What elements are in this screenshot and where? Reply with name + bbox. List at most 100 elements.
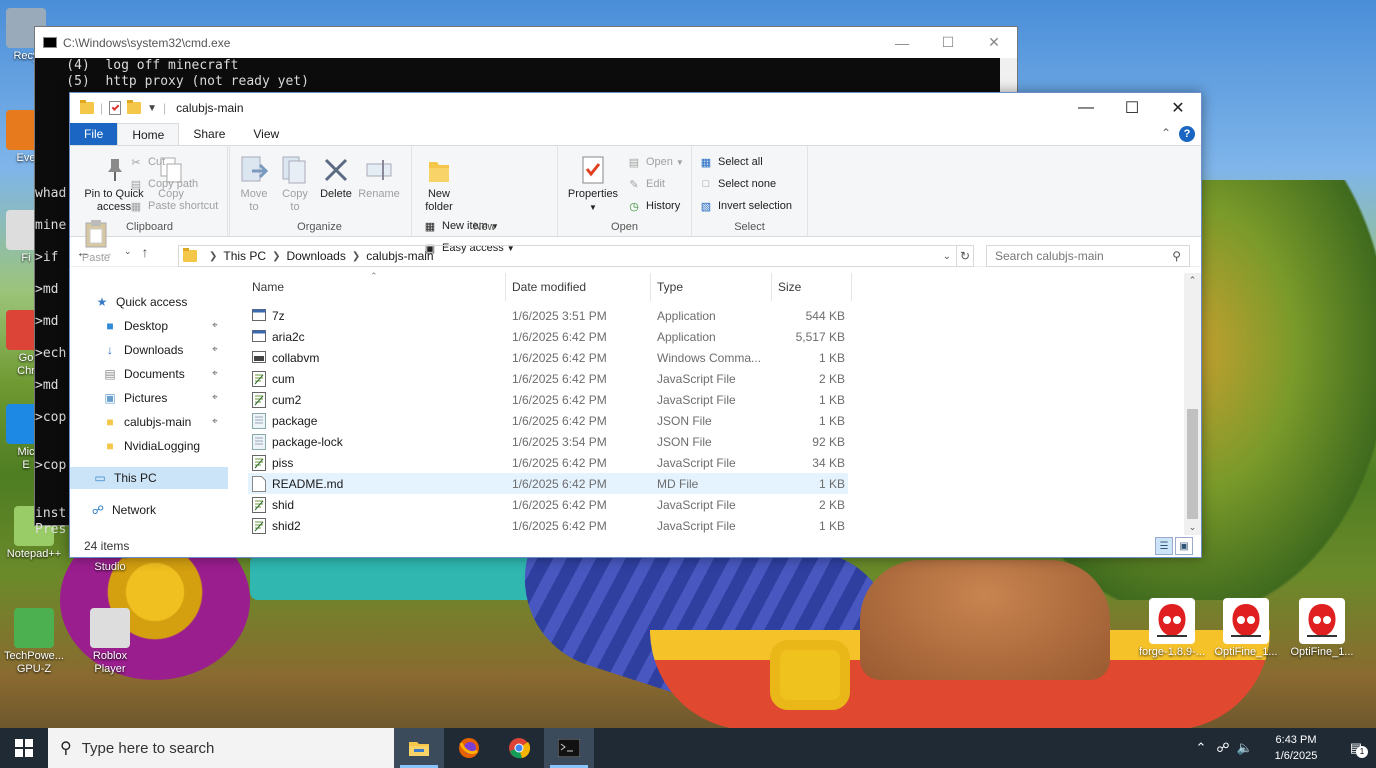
file-row[interactable]: package-lock 1/6/2025 3:54 PM JSON File 92 … (248, 431, 848, 452)
up-arrow-icon[interactable]: ↑ (142, 244, 149, 260)
cmd-title: C:\Windows\system32\cmd.exe (63, 35, 231, 50)
show-hidden-icons-chevron-icon[interactable]: ⌃ (1190, 740, 1212, 756)
file-name: aria2c (252, 329, 305, 345)
cmd-titlebar[interactable]: C:\Windows\system32\cmd.exe (35, 27, 1017, 58)
breadcrumb-calubjs-main[interactable]: calubjs-main (366, 249, 433, 263)
nav-item-downloads[interactable]: ↓ Downloads (102, 339, 183, 361)
explorer-window[interactable]: | ▼ | calubjs-main — ☐ ✕ File Home Share… (69, 92, 1202, 558)
chevron-right-icon[interactable]: ❯ (272, 251, 280, 262)
scroll-up-icon[interactable]: ⌃ (1184, 275, 1201, 286)
file-row[interactable]: shid2 1/6/2025 6:42 PM JavaScript File 1 KB (248, 515, 848, 536)
nav-item-nvidialogging[interactable]: ■ NvidiaLogging (102, 435, 200, 457)
cmd-fragment: >cop (35, 410, 67, 425)
column-header-size[interactable]: Size (774, 273, 852, 301)
desktop-icon[interactable]: OptiFine_1... (1284, 598, 1360, 659)
taskbar-search[interactable]: ⚲ Type here to search (48, 728, 394, 768)
minimize-button[interactable]: — (1063, 93, 1109, 123)
file-row[interactable]: cum2 1/6/2025 6:42 PM JavaScript File 1 KB (248, 389, 848, 410)
help-icon[interactable]: ? (1179, 126, 1195, 142)
scrollbar-thumb[interactable] (1187, 409, 1198, 519)
new-folder-button[interactable]: New folder (418, 150, 460, 214)
file-row[interactable]: 7z 1/6/2025 3:51 PM Application 544 KB (248, 305, 848, 326)
cmd-maximize-button[interactable]: ☐ (925, 27, 971, 58)
explorer-titlebar[interactable]: | ▼ | calubjs-main — ☐ ✕ (70, 93, 1201, 123)
tab-view[interactable]: View (239, 123, 293, 145)
file-row[interactable]: cum 1/6/2025 6:42 PM JavaScript File 2 KB (248, 368, 848, 389)
file-row[interactable]: piss 1/6/2025 6:42 PM JavaScript File 34 KB (248, 452, 848, 473)
cmd-taskbar-button[interactable] (544, 728, 594, 768)
chevron-up-icon[interactable]: ⌃ (1161, 126, 1171, 140)
open-button[interactable]: ▤ Open ▼ (626, 151, 684, 173)
paste-shortcut-button[interactable]: ▦ Paste shortcut (128, 195, 219, 217)
start-button[interactable] (0, 728, 48, 768)
properties-button[interactable]: Properties ▼ (564, 150, 622, 214)
desktop-icon[interactable]: TechPowe... GPU-Z (0, 608, 72, 676)
column-header-type[interactable]: Type (653, 273, 772, 301)
file-row[interactable]: aria2c 1/6/2025 6:42 PM Application 5,517 K… (248, 326, 848, 347)
tab-home[interactable]: Home (117, 123, 180, 145)
file-row[interactable]: package 1/6/2025 6:42 PM JSON File 1 KB (248, 410, 848, 431)
close-button[interactable]: ✕ (1155, 93, 1201, 123)
nav-item-desktop[interactable]: ■ Desktop (102, 315, 168, 337)
file-type: JavaScript File (657, 392, 736, 407)
invert-selection-button[interactable]: ▧ Invert selection (698, 195, 792, 217)
search-box[interactable]: Search calubjs-main ⚲ (986, 245, 1190, 267)
new-folder-quick-icon[interactable] (127, 100, 142, 114)
firefox-taskbar-button[interactable] (444, 728, 494, 768)
tab-share[interactable]: Share (179, 123, 239, 145)
history-button[interactable]: ◷ History (626, 195, 684, 217)
copy-path-button[interactable]: ▤ Copy path (128, 173, 218, 195)
breadcrumb-this-pc[interactable]: This PC (223, 249, 266, 263)
edit-button[interactable]: ✎ Edit (626, 173, 684, 195)
maximize-button[interactable]: ☐ (1109, 93, 1155, 123)
scroll-down-icon[interactable]: ⌄ (1184, 522, 1201, 533)
cut-button[interactable]: ✂ Cut (128, 151, 218, 173)
recent-locations-chevron-icon[interactable]: ⌄ (124, 246, 132, 257)
nav-item-quick-access[interactable]: ★ Quick access (94, 291, 188, 313)
breadcrumb-downloads[interactable]: Downloads (286, 249, 345, 263)
nav-item-network[interactable]: ☍ Network (90, 499, 156, 521)
address-dropdown-icon[interactable]: ⌄ (943, 251, 951, 262)
cmd-close-button[interactable]: ✕ (971, 27, 1017, 58)
file-row[interactable]: shid 1/6/2025 6:42 PM JavaScript File 2 KB (248, 494, 848, 515)
refresh-icon[interactable]: ↻ (956, 245, 974, 267)
nav-item-documents[interactable]: ▤ Documents (102, 363, 184, 385)
nav-item-calubjs-main[interactable]: ■ calubjs-main (102, 411, 191, 433)
file-row[interactable]: collabvm 1/6/2025 6:42 PM Windows Comma...… (248, 347, 848, 368)
folder-icon: ■ (106, 439, 114, 453)
vertical-scrollbar[interactable]: ⌃ ⌄ (1184, 273, 1201, 535)
quick-access-toolbar-dropdown[interactable]: ▼ (147, 103, 157, 114)
cmd-minimize-button[interactable]: — (879, 27, 925, 58)
volume-muted-icon[interactable]: 🔈 (1234, 740, 1256, 756)
copy-to-button[interactable]: Copy to (274, 150, 316, 214)
nav-item-pictures[interactable]: ▣ Pictures (102, 387, 167, 409)
column-header-date[interactable]: Date modified (508, 273, 651, 301)
desktop-icon[interactable]: OptiFine_1... (1208, 598, 1284, 659)
details-view-icon[interactable]: ☰ (1155, 537, 1173, 555)
download-icon: ↓ (107, 343, 113, 357)
file-type: JavaScript File (657, 497, 736, 512)
move-to-button[interactable]: Move to (234, 150, 274, 214)
search-icon: ⚲ (1172, 249, 1181, 263)
desktop-icon[interactable]: forge-1.8.9-... (1134, 598, 1210, 659)
file-explorer-taskbar-button[interactable] (394, 728, 444, 768)
chevron-right-icon[interactable]: ❯ (352, 251, 360, 262)
rename-button[interactable]: Rename (356, 150, 402, 201)
address-bar[interactable]: ❯ This PC ❯ Downloads ❯ calubjs-main ⌄ (178, 245, 974, 267)
properties-quick-icon[interactable] (109, 101, 122, 115)
delete-button[interactable]: Delete (316, 150, 356, 201)
column-header-name[interactable]: Name ⌃ (248, 271, 506, 301)
nav-item-this-pc[interactable]: ▭ This PC (70, 467, 228, 489)
chrome-taskbar-button[interactable] (494, 728, 544, 768)
desktop-icon[interactable]: Roblox Player (72, 608, 148, 676)
select-all-button[interactable]: ▦ Select all (698, 151, 792, 173)
chevron-right-icon[interactable]: ❯ (209, 251, 217, 262)
file-row[interactable]: README.md 1/6/2025 6:42 PM MD File 1 KB (248, 473, 848, 494)
clock[interactable]: 6:43 PM 1/6/2025 (1256, 732, 1336, 764)
notification-center-icon[interactable]: ▤ 1 (1336, 740, 1376, 758)
js-file-icon (252, 454, 266, 471)
select-none-button[interactable]: □ Select none (698, 173, 792, 195)
tab-file[interactable]: File (70, 123, 118, 145)
network-icon[interactable]: ☍ (1212, 740, 1234, 756)
large-icons-view-icon[interactable]: ▣ (1175, 537, 1193, 555)
